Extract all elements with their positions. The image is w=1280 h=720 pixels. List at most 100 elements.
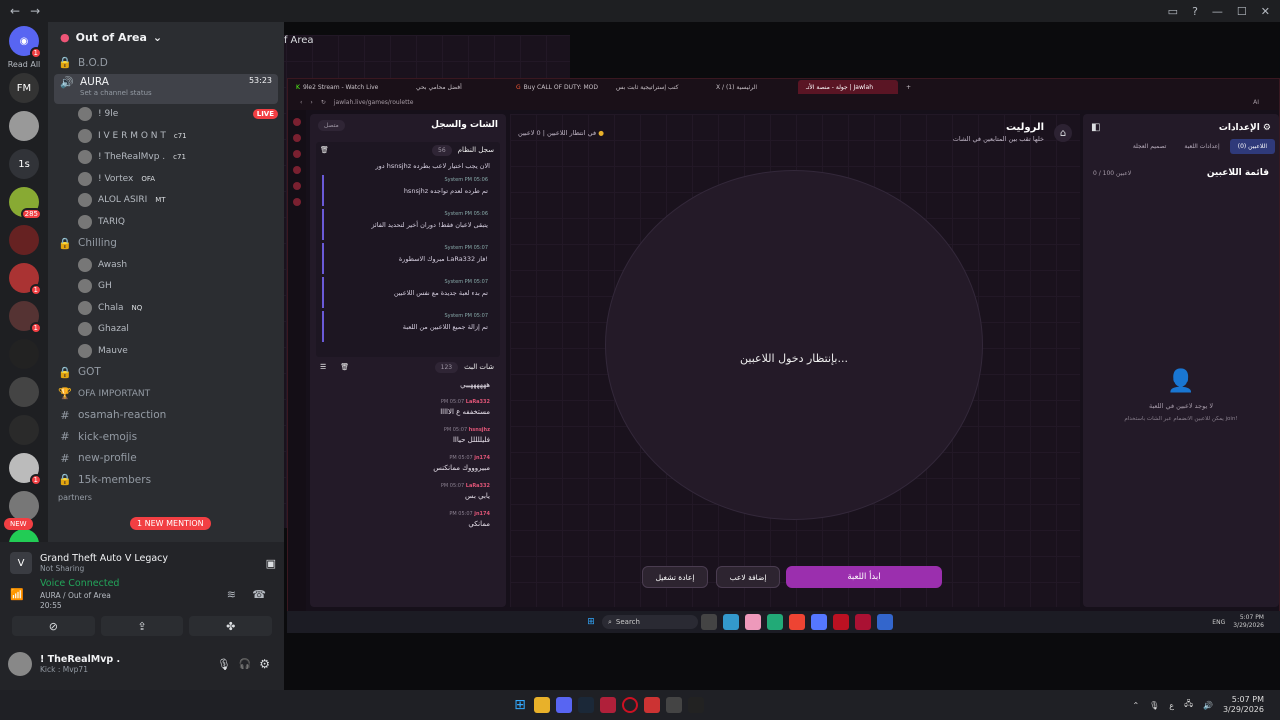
app-icon[interactable] bbox=[688, 697, 704, 713]
voice-user[interactable]: ALOL ASIRI MT bbox=[48, 190, 284, 212]
taskbar-app-icon[interactable] bbox=[789, 614, 805, 630]
voice-user[interactable]: I V E R M O N T c71 bbox=[48, 125, 284, 147]
language-indicator[interactable]: ع bbox=[1169, 701, 1174, 710]
browser-tab[interactable]: أفضل محامي بحي bbox=[408, 80, 508, 94]
avatar[interactable] bbox=[8, 652, 32, 676]
inbox-icon[interactable]: ▭ bbox=[1168, 5, 1178, 18]
url-field[interactable]: jawlah.live/games/roulette bbox=[334, 99, 414, 106]
category-important[interactable]: 🏆 OFA IMPORTANT bbox=[48, 383, 284, 405]
read-all-label[interactable]: Read All bbox=[8, 60, 41, 69]
channel-status[interactable]: Set a channel status bbox=[60, 89, 152, 97]
voice-user[interactable]: Ghazal bbox=[48, 319, 284, 341]
server-icon[interactable]: FM bbox=[9, 73, 39, 103]
screen-share-button[interactable]: ⇪ bbox=[100, 616, 184, 636]
sidebar-app-icon[interactable] bbox=[293, 198, 301, 206]
server-icon[interactable] bbox=[9, 377, 39, 407]
voice-user[interactable]: TARIQ bbox=[48, 211, 284, 233]
server-icon[interactable] bbox=[9, 415, 39, 445]
minimize-icon[interactable]: — bbox=[1212, 5, 1223, 18]
start-game-button[interactable]: ابدأ اللعبة bbox=[786, 566, 942, 588]
headphones-icon[interactable]: 🎧 bbox=[239, 659, 251, 670]
voice-user[interactable]: Chala NQ bbox=[48, 297, 284, 319]
forward-icon[interactable]: → bbox=[30, 4, 40, 18]
forward-icon[interactable]: › bbox=[310, 99, 312, 106]
channel-got[interactable]: 🔒 GOT bbox=[48, 362, 284, 384]
network-icon[interactable]: 🖧 bbox=[1184, 698, 1193, 712]
chevron-up-icon[interactable]: ⌃ bbox=[1132, 701, 1139, 710]
browser-tab[interactable]: X / الرئيسية (1) bbox=[708, 80, 798, 94]
maximize-icon[interactable]: ☐ bbox=[1237, 5, 1247, 18]
sidebar-app-icon[interactable] bbox=[293, 134, 301, 142]
list-icon[interactable]: ☰ bbox=[320, 363, 326, 371]
gear-icon[interactable]: ⚙ bbox=[259, 657, 270, 671]
voice-user[interactable]: ! Vortex OFA bbox=[48, 168, 284, 190]
channel-new-profile[interactable]: # new-profile bbox=[48, 448, 284, 470]
collapse-icon[interactable]: ◧ bbox=[1091, 122, 1100, 133]
clock[interactable]: 5:07 PM 3/29/2026 bbox=[1223, 695, 1264, 715]
server-icon[interactable]: 285 bbox=[9, 187, 42, 220]
add-player-button[interactable]: إضافة لاعب bbox=[716, 566, 780, 588]
new-mention-pill[interactable]: 1 NEW MENTION bbox=[130, 517, 211, 530]
voice-user[interactable]: ! 9le LIVE bbox=[48, 104, 284, 126]
taskbar-app-icon[interactable] bbox=[723, 614, 739, 630]
taskbar-app-icon[interactable] bbox=[767, 614, 783, 630]
back-icon[interactable]: ← bbox=[10, 4, 20, 18]
windows-start-icon[interactable]: ⊞ bbox=[583, 614, 599, 630]
trash-icon[interactable]: 🗑 bbox=[320, 146, 329, 154]
microphone-icon[interactable]: 🎙 bbox=[1149, 701, 1159, 710]
steam-icon[interactable] bbox=[578, 697, 594, 713]
microphone-icon[interactable]: 🎙 bbox=[217, 658, 231, 671]
category-partners[interactable]: partners bbox=[48, 491, 284, 505]
taskbar-app-icon[interactable] bbox=[833, 614, 849, 630]
voice-user[interactable]: Awash bbox=[48, 254, 284, 276]
sidebar-app-icon[interactable] bbox=[293, 118, 301, 126]
browser-tab[interactable]: K 9le2 Stream - Watch Live bbox=[288, 80, 408, 94]
channel-kick-emojis[interactable]: # kick-emojis bbox=[48, 426, 284, 448]
volume-icon[interactable]: 🔊 bbox=[1203, 701, 1213, 710]
server-header[interactable]: ● Out of Area ⌄ bbox=[48, 22, 284, 52]
video-off-button[interactable]: ⊘ bbox=[12, 616, 95, 636]
trash-icon[interactable]: 🗑 bbox=[340, 363, 349, 371]
sidebar-app-icon[interactable] bbox=[293, 150, 301, 158]
voice-channel-name[interactable]: AURA / Out of Area bbox=[40, 591, 111, 600]
voice-user[interactable]: ! TheRealMvp . c71 bbox=[48, 147, 284, 169]
disconnect-icon[interactable]: ☎ bbox=[252, 588, 266, 601]
app-icon[interactable] bbox=[644, 697, 660, 713]
file-explorer-icon[interactable] bbox=[534, 697, 550, 713]
new-badge[interactable]: NEW bbox=[4, 518, 33, 530]
language-indicator[interactable]: ENG bbox=[1212, 619, 1225, 626]
reload-icon[interactable]: ↻ bbox=[321, 99, 326, 106]
server-icon[interactable] bbox=[9, 111, 39, 141]
browser-tab-active[interactable]: جولة - منصة الأتـ | Jawlah bbox=[798, 80, 898, 94]
home-icon[interactable]: ⌂ bbox=[1054, 124, 1072, 142]
server-icon[interactable] bbox=[9, 339, 39, 369]
server-icon[interactable]: 1 bbox=[9, 453, 42, 486]
channel-osamah-reaction[interactable]: # osamah-reaction bbox=[48, 405, 284, 427]
channel-chilling[interactable]: 🔒 Chilling bbox=[48, 233, 284, 255]
screen-share-icon[interactable]: ▣ bbox=[266, 557, 276, 570]
windows-start-icon[interactable]: ⊞ bbox=[512, 697, 528, 713]
taskbar-app-icon[interactable] bbox=[745, 614, 761, 630]
server-icon[interactable]: 1 bbox=[9, 301, 42, 334]
taskbar-app-icon[interactable] bbox=[877, 614, 893, 630]
close-icon[interactable]: ✕ bbox=[1261, 5, 1270, 18]
back-icon[interactable]: ‹ bbox=[300, 99, 302, 106]
tab-players[interactable]: اللاعبين (0) bbox=[1229, 139, 1275, 154]
clock[interactable]: 5:07 PM 3/29/2026 bbox=[1233, 614, 1264, 630]
browser-tab[interactable]: G Buy CALL OF DUTY: MOD bbox=[508, 80, 608, 94]
channel-bod[interactable]: 🔒 B.O.D bbox=[48, 52, 284, 74]
activities-button[interactable]: ✤ bbox=[189, 616, 273, 636]
server-icon[interactable]: 1 bbox=[9, 263, 42, 296]
server-icon[interactable] bbox=[9, 225, 39, 255]
new-tab-button[interactable]: + bbox=[898, 80, 919, 94]
taskbar-app-icon[interactable] bbox=[855, 614, 871, 630]
server-icon[interactable] bbox=[9, 491, 39, 521]
sidebar-app-icon[interactable] bbox=[293, 182, 301, 190]
sidebar-app-icon[interactable] bbox=[293, 166, 301, 174]
tab-game-settings[interactable]: إعدادات اللعبة bbox=[1176, 139, 1227, 154]
taskbar-search[interactable]: ⌕ Search bbox=[602, 615, 698, 629]
taskbar-app-icon[interactable] bbox=[701, 614, 717, 630]
server-icon[interactable]: 1s bbox=[9, 149, 39, 179]
app-icon[interactable] bbox=[666, 697, 682, 713]
ai-button[interactable]: AI bbox=[1253, 99, 1259, 106]
